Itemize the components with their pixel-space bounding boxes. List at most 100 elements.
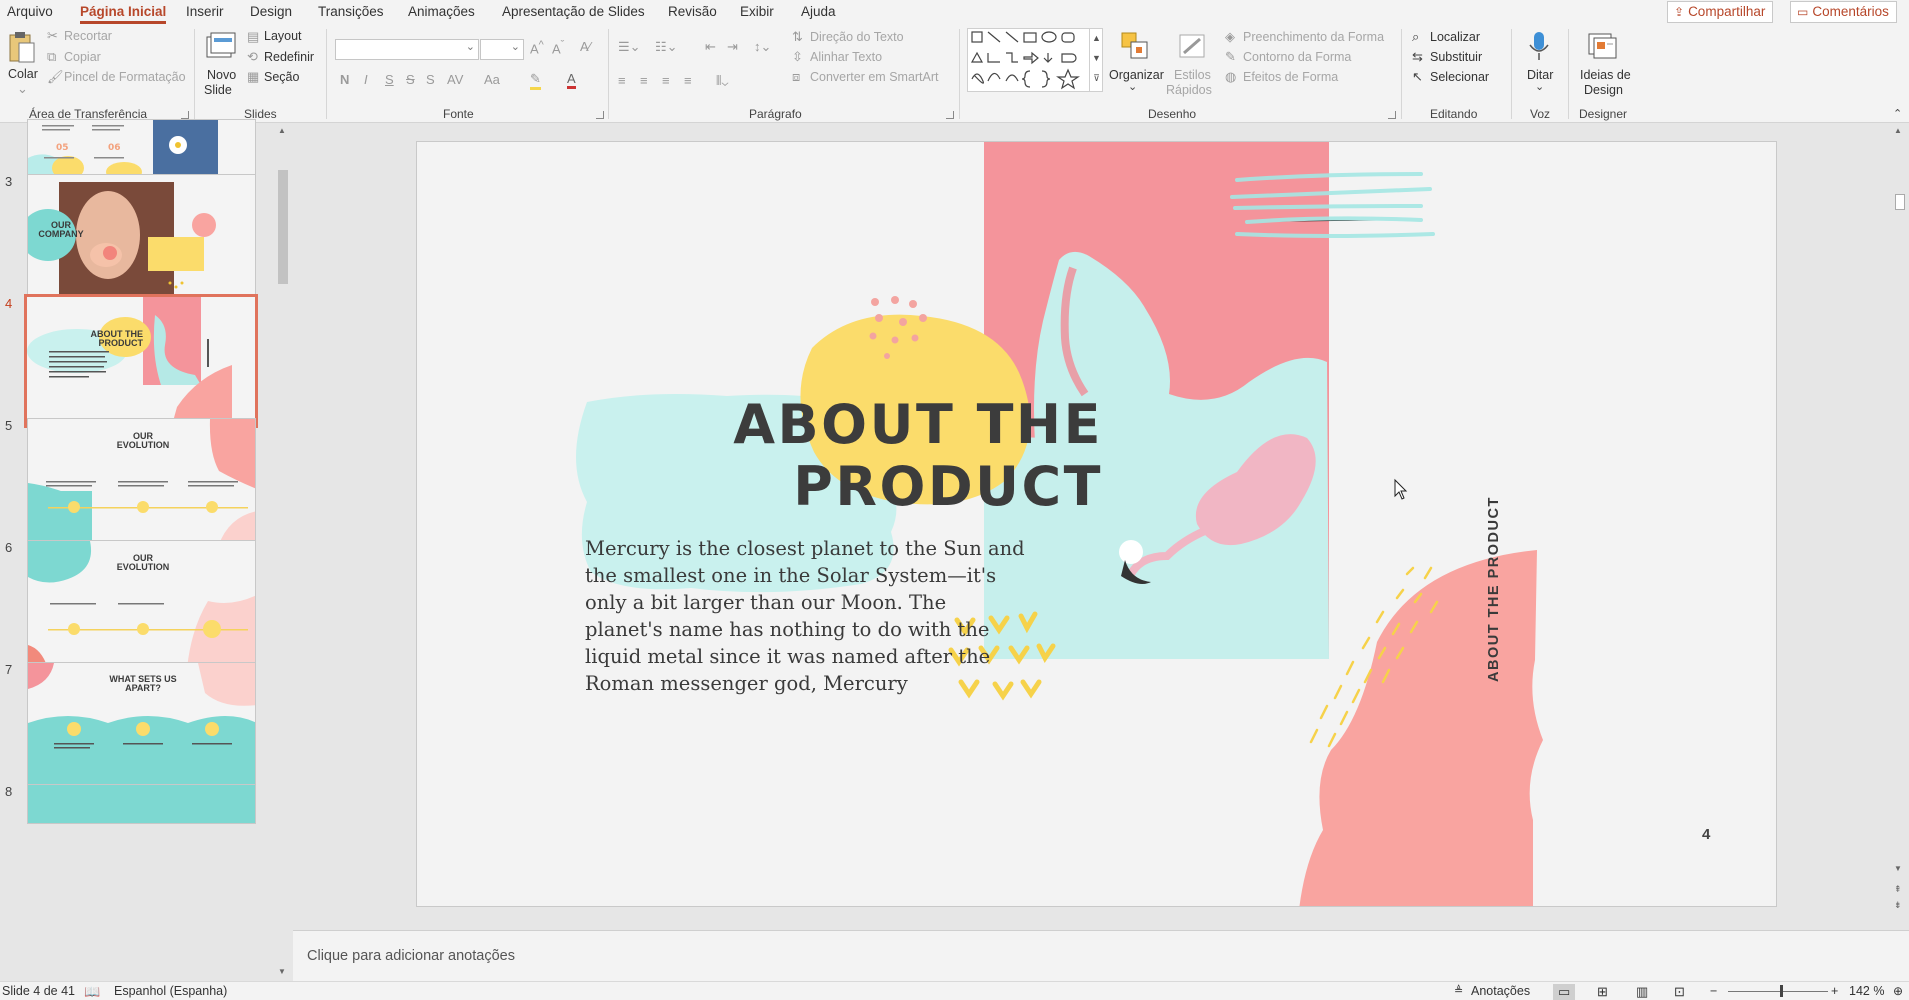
shape-outline-button[interactable]: Contorno da Forma: [1243, 50, 1351, 64]
layout-button[interactable]: Layout: [264, 29, 302, 43]
grow-font-icon[interactable]: A^: [530, 39, 544, 56]
zoom-level[interactable]: 142 %: [1849, 984, 1884, 998]
font-color-icon[interactable]: A: [567, 71, 576, 89]
text-direction-button[interactable]: Direção do Texto: [810, 30, 904, 44]
notes-toggle[interactable]: Anotações: [1471, 984, 1530, 998]
copy-button[interactable]: Copiar: [64, 50, 101, 64]
comments-button[interactable]: ▭ Comentários: [1790, 1, 1897, 23]
scroll-up-icon[interactable]: ▲: [1894, 126, 1902, 135]
slide-thumbnail-4[interactable]: ABOUT THE PRODUCT: [24, 294, 258, 428]
align-left-icon[interactable]: ≡: [618, 73, 626, 88]
design-ideas-button[interactable]: Ideias de: [1580, 68, 1631, 82]
numbering-icon[interactable]: ☷⌄: [655, 39, 678, 55]
editor-scroll-thumb[interactable]: [1895, 194, 1905, 210]
chevron-down-icon[interactable]: ⌄: [17, 81, 28, 97]
font-family-select[interactable]: [335, 39, 479, 60]
tab-arquivo[interactable]: Arquivo: [7, 4, 53, 19]
bold-button[interactable]: N: [340, 72, 349, 87]
paste-icon[interactable]: [7, 31, 35, 63]
slide-thumbnail-3[interactable]: OUR COMPANY: [27, 174, 256, 302]
columns-icon[interactable]: ⫴⌄: [716, 73, 728, 89]
cut-button[interactable]: Recortar: [64, 29, 112, 43]
thumbnail-scrollbar[interactable]: ▲ ▼: [275, 124, 291, 981]
zoom-slider[interactable]: [1728, 991, 1828, 992]
clear-format-icon[interactable]: A⁄: [580, 39, 591, 54]
font-launcher[interactable]: [596, 111, 604, 119]
reset-button[interactable]: Redefinir: [264, 50, 314, 64]
strikethrough-button[interactable]: S: [406, 72, 415, 87]
paragraph-launcher[interactable]: [946, 111, 954, 119]
design-ideas-button-line2[interactable]: Design: [1584, 83, 1623, 97]
normal-view-icon[interactable]: ▭: [1553, 984, 1576, 1000]
shape-effects-button[interactable]: Efeitos de Forma: [1243, 70, 1338, 84]
italic-button[interactable]: I: [364, 72, 368, 87]
slide-canvas[interactable]: ABOUT THE PRODUCT Mercury is the closest…: [416, 141, 1777, 907]
line-spacing-icon[interactable]: ↕⌄: [754, 39, 771, 55]
collapse-ribbon-icon[interactable]: ⌃: [1893, 107, 1902, 120]
slide-thumbnail-7[interactable]: WHAT SETS US APART?: [27, 662, 256, 790]
microphone-icon[interactable]: [1527, 31, 1551, 63]
slide-title[interactable]: ABOUT THE PRODUCT: [733, 394, 1103, 518]
decrease-indent-icon[interactable]: ⇤: [705, 39, 716, 55]
scroll-down-icon[interactable]: ▼: [278, 967, 286, 976]
format-painter-button[interactable]: Pincel de Formatação: [64, 70, 186, 84]
slide-thumbnail-6[interactable]: OUR EVOLUTION: [27, 540, 256, 668]
tab-revisao[interactable]: Revisão: [668, 4, 717, 19]
tab-inserir[interactable]: Inserir: [186, 4, 224, 19]
underline-button[interactable]: S: [385, 72, 394, 87]
shapes-gallery[interactable]: [967, 28, 1103, 92]
share-button[interactable]: ⇪ Compartilhar: [1667, 1, 1774, 23]
find-button[interactable]: Localizar: [1430, 30, 1480, 44]
replace-button[interactable]: Substituir: [1430, 50, 1482, 64]
thumbnail-scroll-thumb[interactable]: [278, 170, 288, 284]
spellcheck-icon[interactable]: 📖: [84, 984, 100, 1000]
slideshow-icon[interactable]: ⊡: [1674, 984, 1685, 1000]
slide-sorter-icon[interactable]: ⊞: [1597, 984, 1608, 1000]
tab-pagina-inicial[interactable]: Página Inicial: [80, 4, 167, 24]
quick-styles-button-line2[interactable]: Rápidos: [1166, 83, 1212, 97]
shadow-button[interactable]: S: [426, 72, 435, 87]
font-size-select[interactable]: [480, 39, 524, 60]
reading-view-icon[interactable]: ▥: [1636, 984, 1648, 1000]
slide-thumbnail-8[interactable]: [27, 784, 256, 824]
shape-fill-button[interactable]: Preenchimento da Forma: [1243, 30, 1384, 44]
slide-thumbnail-5[interactable]: OUR EVOLUTION: [27, 418, 256, 546]
shrink-font-icon[interactable]: Aˇ: [552, 39, 564, 56]
clipboard-launcher[interactable]: [181, 111, 189, 119]
tab-animacoes[interactable]: Animações: [408, 4, 475, 19]
smartart-button[interactable]: Converter em SmartArt: [810, 70, 939, 84]
scroll-up-icon[interactable]: ▲: [278, 126, 286, 135]
notes-pane[interactable]: Clique para adicionar anotações: [293, 930, 1909, 981]
tab-design[interactable]: Design: [250, 4, 292, 19]
char-spacing-button[interactable]: AV: [447, 72, 463, 87]
tab-ajuda[interactable]: Ajuda: [801, 4, 836, 19]
justify-icon[interactable]: ≡: [684, 73, 692, 88]
align-text-button[interactable]: Alinhar Texto: [810, 50, 882, 64]
select-button[interactable]: Selecionar: [1430, 70, 1489, 84]
zoom-out-icon[interactable]: −: [1710, 984, 1717, 998]
notes-placeholder[interactable]: Clique para adicionar anotações: [307, 948, 515, 964]
vertical-section-title[interactable]: ABOUT THE PRODUCT: [1486, 496, 1502, 682]
arrange-icon[interactable]: [1120, 31, 1150, 61]
quick-styles-icon[interactable]: [1178, 31, 1208, 61]
change-case-button[interactable]: Aa: [484, 72, 500, 87]
scroll-down-icon[interactable]: ▼: [1894, 864, 1902, 873]
next-slide-icon[interactable]: ⇟: [1894, 900, 1902, 911]
editor-scrollbar[interactable]: ▲ ▼ ⇞ ⇟: [1890, 124, 1909, 930]
drawing-launcher[interactable]: [1388, 111, 1396, 119]
new-slide-button-line2[interactable]: Slide: [204, 83, 232, 97]
tab-transicoes[interactable]: Transições: [318, 4, 384, 19]
slide-body-text[interactable]: Mercury is the closest planet to the Sun…: [585, 535, 1025, 697]
fit-to-window-icon[interactable]: ⊕: [1893, 984, 1903, 998]
paste-button[interactable]: Colar: [8, 67, 38, 81]
align-center-icon[interactable]: ≡: [640, 73, 648, 88]
zoom-in-icon[interactable]: +: [1831, 984, 1838, 998]
section-button[interactable]: Seção: [264, 70, 299, 84]
language-indicator[interactable]: Espanhol (Espanha): [114, 984, 227, 998]
zoom-slider-thumb[interactable]: [1780, 985, 1783, 997]
tab-apresentacao[interactable]: Apresentação de Slides: [502, 4, 645, 19]
quick-styles-button[interactable]: Estilos: [1174, 68, 1211, 82]
bullets-icon[interactable]: ☰⌄: [618, 39, 641, 55]
highlight-icon[interactable]: ✎: [530, 71, 541, 90]
align-right-icon[interactable]: ≡: [662, 73, 670, 88]
